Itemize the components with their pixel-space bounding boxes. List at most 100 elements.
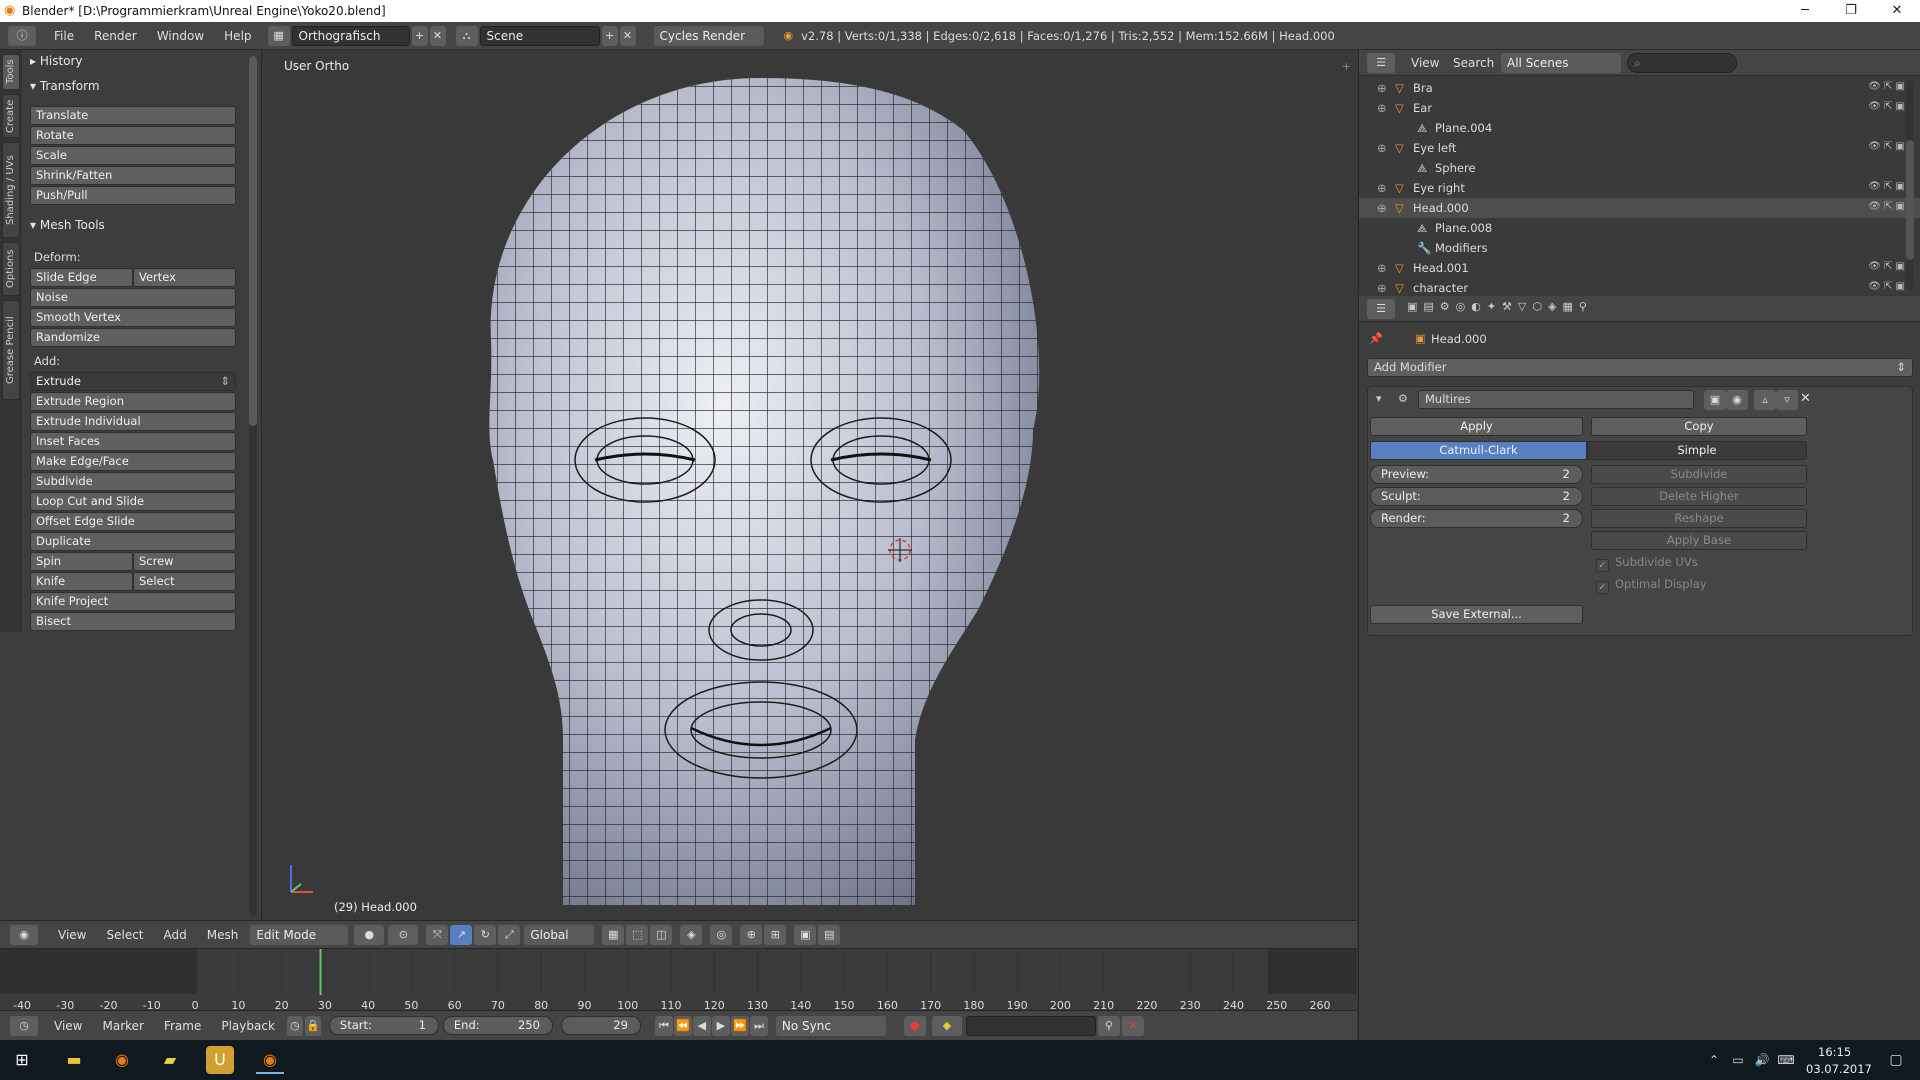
layers-icon[interactable]: ▦ xyxy=(602,924,625,945)
translate-manipulator-icon[interactable]: ↗ xyxy=(450,924,473,945)
tab-shading-uvs[interactable]: Shading / UVs xyxy=(2,142,20,238)
move-down-icon[interactable]: ▿ xyxy=(1776,390,1798,410)
slide-edge-button[interactable]: Slide Edge xyxy=(30,268,133,287)
add-modifier-select[interactable]: Add Modifier ⇕ xyxy=(1367,358,1913,377)
knife-project-button[interactable]: Knife Project xyxy=(30,592,236,611)
outliner-row-sphere[interactable]: ⟁ Sphere xyxy=(1359,158,1920,178)
optimal-display-checkbox[interactable]: ✓ Optimal Display xyxy=(1596,577,1707,594)
insert-keyframe-icon[interactable]: ⚲ xyxy=(1097,1015,1120,1036)
timeline-view-menu[interactable]: View xyxy=(44,1019,92,1033)
snap-icon[interactable]: ⊕ xyxy=(740,924,763,945)
visibility-toggles-icon[interactable]: 👁 ⇱ ▣ xyxy=(1868,181,1905,192)
add-menu[interactable]: Add xyxy=(154,928,197,942)
simple-toggle[interactable]: Simple xyxy=(1587,441,1807,460)
3d-viewport[interactable]: User Ortho (29) Head.000 + xyxy=(263,50,1357,920)
render-levels-field[interactable]: Render: 2 xyxy=(1370,509,1583,528)
proportional-edit-icon[interactable]: ◎ xyxy=(710,924,733,945)
firefox-icon[interactable]: ◉ xyxy=(108,1046,136,1074)
history-panel-header[interactable]: ▸ History xyxy=(30,54,83,68)
editor-type-icon[interactable]: ⓘ xyxy=(8,25,36,46)
mesh-tools-panel-header[interactable]: ▾ Mesh Tools xyxy=(30,218,105,232)
render-preview-icon[interactable]: ▣ xyxy=(794,924,817,945)
end-frame-field[interactable]: End: 250 xyxy=(442,1016,553,1035)
randomize-button[interactable]: Randomize xyxy=(30,328,236,347)
timeline-editor-icon[interactable]: ◷ xyxy=(10,1015,38,1036)
move-up-icon[interactable]: ▵ xyxy=(1754,390,1776,410)
offset-edge-slide-button[interactable]: Offset Edge Slide xyxy=(30,512,236,531)
shading-mode-icon[interactable]: ● xyxy=(354,924,385,945)
vertex-slide-button[interactable]: Vertex xyxy=(133,268,236,287)
loop-cut-slide-button[interactable]: Loop Cut and Slide xyxy=(30,492,236,511)
make-edge-face-button[interactable]: Make Edge/Face xyxy=(30,452,236,471)
outliner-scrollbar[interactable] xyxy=(1906,80,1914,290)
extrude-region-button[interactable]: Extrude Region xyxy=(30,392,236,411)
preview-range-icon[interactable]: ◷ xyxy=(286,1015,303,1036)
spin-button[interactable]: Spin xyxy=(30,552,133,571)
expand-icon[interactable]: ⊕ xyxy=(1377,261,1387,275)
remove-modifier-icon[interactable]: ✕ xyxy=(1800,391,1811,406)
extrude-individual-button[interactable]: Extrude Individual xyxy=(30,412,236,431)
outliner-search-input[interactable]: ⌕ xyxy=(1627,53,1737,73)
apply-base-button[interactable]: Apply Base xyxy=(1591,531,1807,550)
visibility-toggles-icon[interactable]: 👁 ⇱ ▣ xyxy=(1868,261,1905,272)
viewport-toggle-icon[interactable]: ◉ xyxy=(1726,390,1748,410)
scene-icon[interactable]: ⛬ xyxy=(455,25,478,46)
add-region-icon[interactable]: + xyxy=(1342,60,1351,73)
playback-menu[interactable]: Playback xyxy=(211,1019,285,1033)
subdivide-button[interactable]: Subdivide xyxy=(30,472,236,491)
remove-scene-icon[interactable]: ✕ xyxy=(619,25,636,46)
modifier-name-field[interactable]: Multires xyxy=(1418,390,1694,409)
expand-icon[interactable]: ⊕ xyxy=(1377,101,1387,115)
blender-taskbar-icon[interactable]: ◉ xyxy=(256,1046,284,1074)
expand-icon[interactable]: ⊕ xyxy=(1377,281,1387,295)
translate-button[interactable]: Translate xyxy=(30,106,236,125)
outliner-row-head-000[interactable]: ⊕ ▽ Head.000 👁 ⇱ ▣ xyxy=(1359,198,1920,218)
visibility-toggles-icon[interactable]: 👁 ⇱ ▣ xyxy=(1868,101,1905,112)
unreal-icon[interactable]: U xyxy=(206,1046,234,1074)
save-external-button[interactable]: Save External... xyxy=(1370,605,1583,624)
outliner-display-mode-select[interactable]: All Scenes xyxy=(1501,53,1621,73)
jump-start-icon[interactable]: ⏮ xyxy=(654,1015,673,1036)
outliner-row-character[interactable]: ⊕ ▽ character 👁 ⇱ ▣ xyxy=(1359,278,1920,298)
clock-date[interactable]: 03.07.2017 xyxy=(1806,1062,1872,1076)
keying-icon[interactable]: ◆ xyxy=(931,1015,962,1036)
subdivide-uvs-checkbox[interactable]: ✓ Subdivide UVs xyxy=(1596,555,1698,572)
rotate-button[interactable]: Rotate xyxy=(30,126,236,145)
scene-field[interactable]: Scene xyxy=(479,25,600,46)
render-toggle-icon[interactable]: ▣ xyxy=(1704,390,1726,410)
knife-button[interactable]: Knife xyxy=(30,572,133,591)
frame-menu[interactable]: Frame xyxy=(154,1019,211,1033)
tab-tools[interactable]: Tools xyxy=(2,54,20,90)
view-menu[interactable]: View xyxy=(48,928,96,942)
sticky-notes-icon[interactable]: ▰ xyxy=(156,1046,184,1074)
interaction-mode-select[interactable]: Edit Mode xyxy=(250,924,349,945)
outliner-row-eye-left[interactable]: ⊕ ▽ Eye left 👁 ⇱ ▣ xyxy=(1359,138,1920,158)
tab-grease-pencil[interactable]: Grease Pencil xyxy=(2,300,20,400)
restore-button[interactable]: ❐ xyxy=(1828,0,1874,22)
tab-options[interactable]: Options xyxy=(2,242,20,296)
bisect-button[interactable]: Bisect xyxy=(30,612,236,631)
knife-select-button[interactable]: Select xyxy=(133,572,236,591)
properties-context-tabs[interactable]: ▣▤⚙◎◐✦⚒▽⬡◈▦⚲ xyxy=(1407,300,1593,313)
notifications-icon[interactable]: ▢ xyxy=(1882,1046,1910,1074)
next-keyframe-icon[interactable]: ⏩ xyxy=(730,1015,749,1036)
outliner-editor-icon[interactable]: ☰ xyxy=(1367,53,1395,73)
screw-button[interactable]: Screw xyxy=(133,552,236,571)
remove-layout-icon[interactable]: ✕ xyxy=(429,25,446,46)
preview-levels-field[interactable]: Preview: 2 xyxy=(1370,465,1583,484)
menu-file[interactable]: File xyxy=(44,29,84,43)
limit-selection-icon[interactable]: ◈ xyxy=(680,924,703,945)
outliner-row-modifiers[interactable]: 🔧 Modifiers xyxy=(1359,238,1920,258)
render-engine-select[interactable]: Cycles Render xyxy=(653,25,764,46)
play-reverse-icon[interactable]: ◀ xyxy=(692,1015,711,1036)
subdivide-button[interactable]: Subdivide xyxy=(1591,465,1807,484)
visibility-toggles-icon[interactable]: 👁 ⇱ ▣ xyxy=(1868,141,1905,152)
expand-icon[interactable]: ⊕ xyxy=(1377,201,1387,215)
copy-button[interactable]: Copy xyxy=(1591,417,1807,436)
scale-manipulator-icon[interactable]: ⤢ xyxy=(498,924,521,945)
minimize-button[interactable]: ─ xyxy=(1782,0,1828,22)
expand-icon[interactable]: ⊕ xyxy=(1377,181,1387,195)
mesh-menu[interactable]: Mesh xyxy=(197,928,249,942)
head-mesh[interactable] xyxy=(263,50,1357,920)
catmull-clark-toggle[interactable]: Catmull-Clark xyxy=(1370,441,1587,460)
